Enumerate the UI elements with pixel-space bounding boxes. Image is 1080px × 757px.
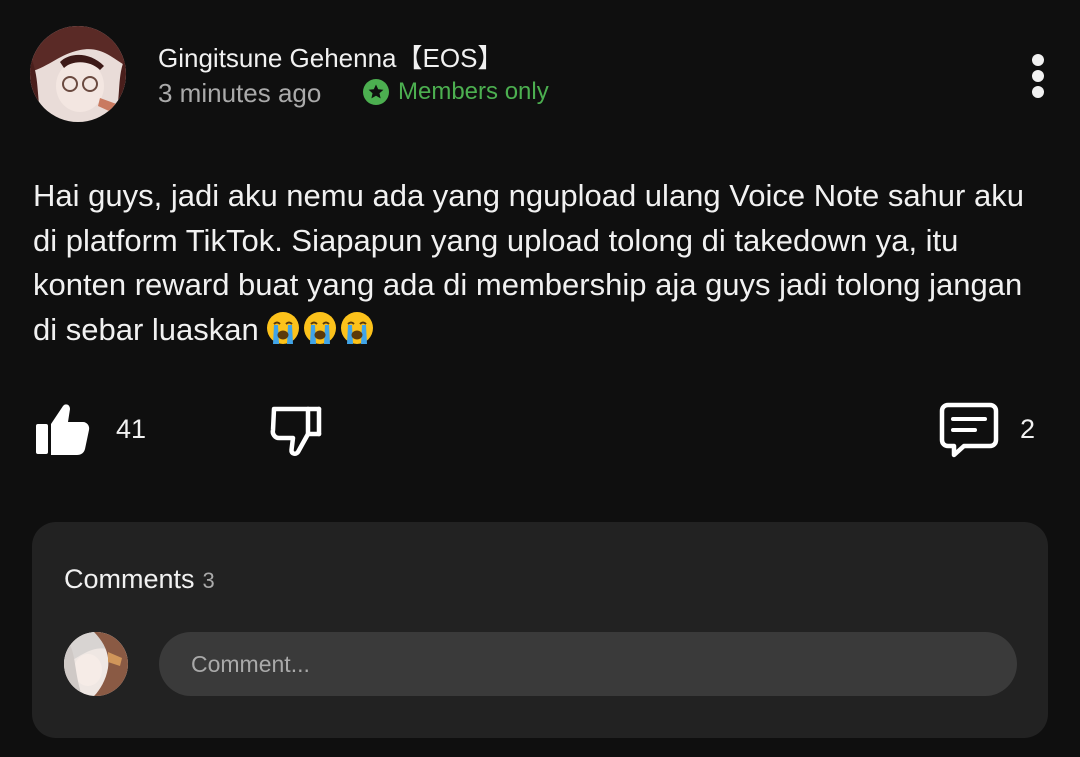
comments-heading-label: Comments (64, 564, 195, 594)
star-circle-icon (363, 79, 389, 105)
post-body-text: Hai guys, jadi aku nemu ada yang nguploa… (33, 178, 1024, 347)
loudly-crying-face-icon (303, 311, 336, 344)
post-text: Hai guys, jadi aku nemu ada yang nguploa… (33, 174, 1043, 352)
thumbs-down-icon (270, 406, 322, 456)
post-timestamp: 3 minutes ago (158, 78, 322, 108)
comments-total-count: 3 (202, 568, 215, 593)
emoji-group (265, 310, 375, 346)
comment-input[interactable] (159, 632, 1017, 696)
dislike-button[interactable] (266, 400, 326, 460)
comments-button[interactable] (938, 400, 1000, 460)
loudly-crying-face-icon (266, 311, 299, 344)
thumbs-up-icon (36, 404, 90, 455)
comments-panel[interactable]: Comments 3 (32, 522, 1048, 738)
members-only-badge: Members only (362, 78, 549, 106)
current-user-avatar[interactable] (64, 632, 128, 696)
comment-bubble-icon (939, 402, 999, 458)
comments-heading: Comments 3 (64, 564, 215, 595)
author-avatar-image (30, 26, 126, 122)
like-count: 41 (116, 414, 147, 444)
comment-count: 2 (1020, 414, 1036, 444)
like-button[interactable] (34, 400, 94, 460)
author-name[interactable]: Gingitsune Gehenna【EOS】 (158, 38, 503, 75)
current-user-avatar-image (64, 632, 128, 696)
loudly-crying-face-icon (340, 311, 373, 344)
more-vertical-icon (1032, 54, 1044, 98)
author-avatar[interactable] (30, 26, 126, 122)
members-only-label: Members only (398, 78, 549, 105)
more-options-button[interactable] (1018, 48, 1058, 104)
